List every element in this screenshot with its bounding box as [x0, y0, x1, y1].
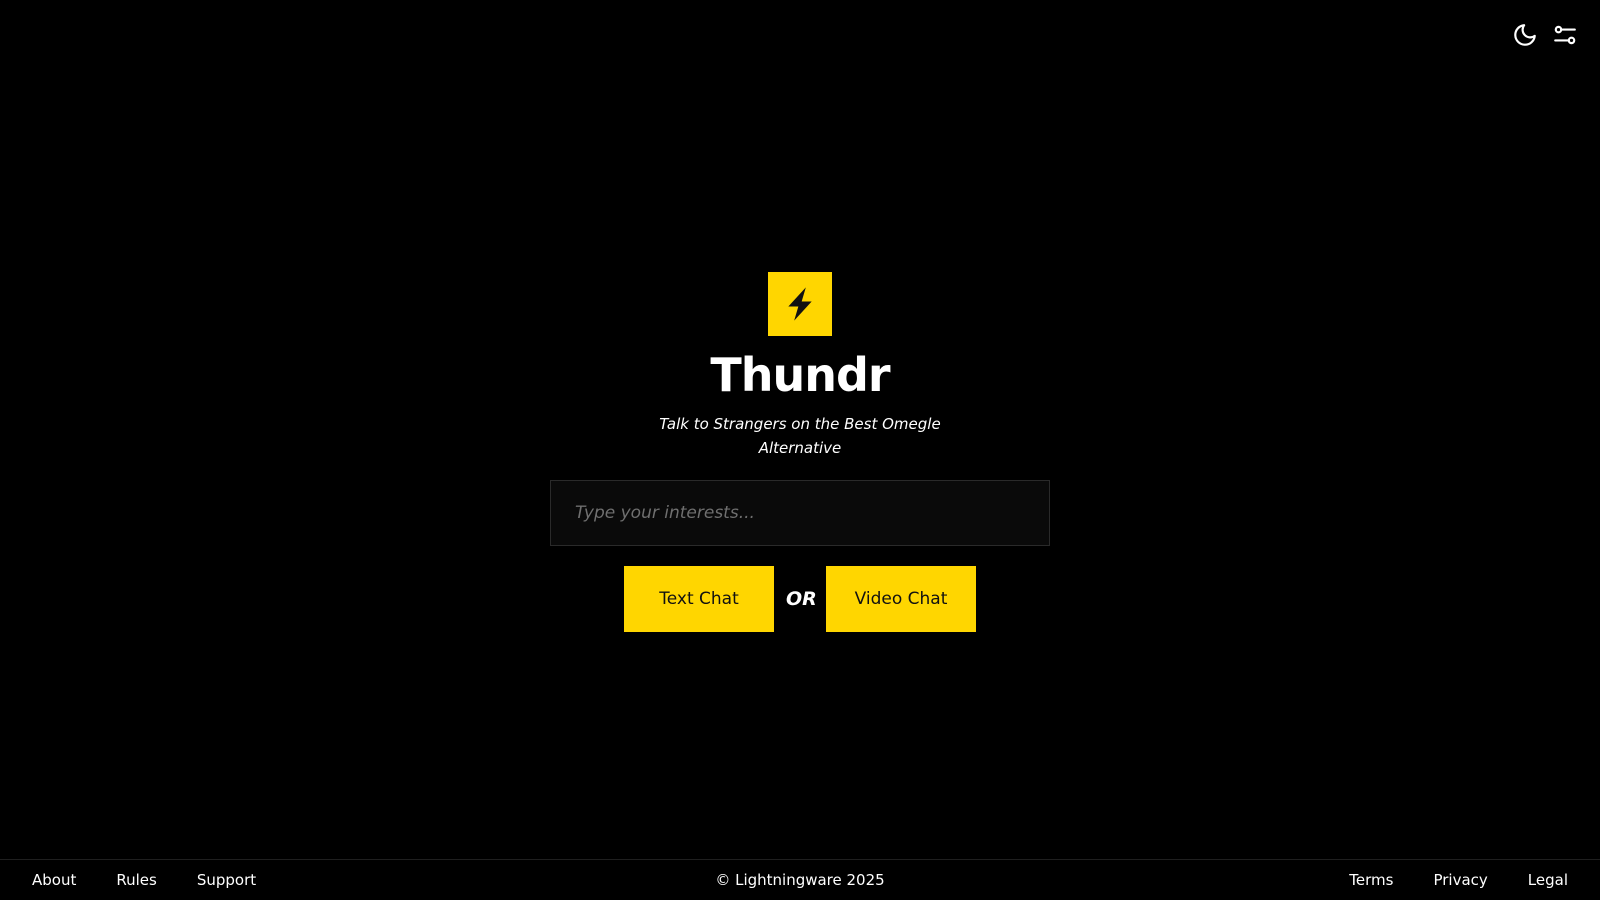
- footer-link-rules[interactable]: Rules: [116, 871, 156, 889]
- video-chat-button[interactable]: Video Chat: [826, 566, 976, 632]
- moon-icon[interactable]: [1512, 22, 1538, 48]
- footer-link-terms[interactable]: Terms: [1349, 871, 1393, 889]
- interests-input[interactable]: [550, 480, 1050, 546]
- or-separator: OR: [786, 588, 817, 610]
- lightning-bolt-icon: [768, 272, 832, 336]
- sliders-icon[interactable]: [1552, 22, 1578, 48]
- footer-left-links: About Rules Support: [32, 871, 292, 889]
- top-right-controls: [1512, 22, 1578, 48]
- brand-tagline: Talk to Strangers on the Best Omegle Alt…: [659, 415, 941, 457]
- chat-mode-buttons: Text Chat OR Video Chat: [624, 566, 976, 632]
- footer-link-support[interactable]: Support: [197, 871, 256, 889]
- footer-link-privacy[interactable]: Privacy: [1433, 871, 1487, 889]
- copyright-text: © Lightningware 2025: [715, 871, 885, 889]
- footer-right-links: Terms Privacy Legal: [1308, 871, 1568, 889]
- footer: About Rules Support © Lightningware 2025…: [0, 859, 1600, 900]
- brand-title: Thundr: [710, 348, 890, 402]
- footer-link-legal[interactable]: Legal: [1528, 871, 1568, 889]
- landing-hero: Thundr Talk to Strangers on the Best Ome…: [0, 272, 1600, 632]
- footer-link-about[interactable]: About: [32, 871, 76, 889]
- text-chat-button[interactable]: Text Chat: [624, 566, 774, 632]
